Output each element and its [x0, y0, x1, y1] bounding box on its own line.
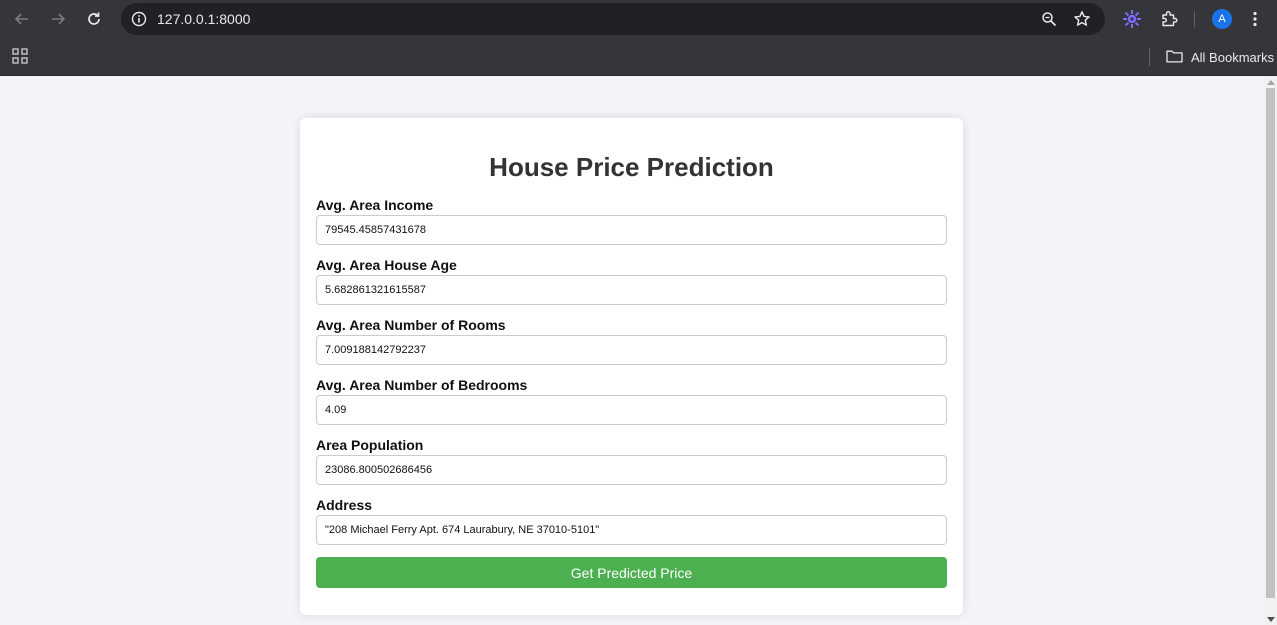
bedrooms-label: Avg. Area Number of Bedrooms [316, 377, 528, 393]
back-icon[interactable] [9, 6, 35, 32]
scroll-down-arrow-icon[interactable] [1267, 617, 1275, 622]
zoom-icon[interactable] [1039, 9, 1059, 29]
address-label: Address [316, 497, 373, 513]
more-menu-icon[interactable] [1244, 8, 1266, 30]
extensions-puzzle-icon[interactable] [1158, 8, 1180, 30]
scrollbar-thumb[interactable] [1266, 88, 1275, 598]
income-label: Avg. Area Income [316, 197, 434, 213]
population-label: Area Population [316, 437, 424, 453]
house-age-label: Avg. Area House Age [316, 257, 457, 273]
income-input[interactable] [316, 215, 947, 245]
forward-icon[interactable] [45, 6, 71, 32]
bookmarks-divider [1149, 48, 1150, 66]
population-input[interactable] [316, 455, 947, 485]
folder-icon [1166, 49, 1183, 66]
scroll-up-arrow-icon[interactable] [1267, 80, 1275, 85]
extension-gear-icon[interactable] [1121, 8, 1143, 30]
prediction-form-card: House Price Prediction Avg. Area Income … [300, 118, 963, 615]
url-text: 127.0.0.1:8000 [157, 11, 251, 27]
toolbar-divider [1194, 11, 1195, 27]
address-input[interactable] [316, 515, 947, 545]
page-scrollbar[interactable] [1264, 77, 1277, 625]
profile-avatar[interactable]: A [1212, 9, 1232, 29]
page-title: House Price Prediction [489, 152, 774, 182]
all-bookmarks-button[interactable]: All Bookmarks [1166, 47, 1274, 67]
house-age-input[interactable] [316, 275, 947, 305]
bookmark-star-icon[interactable] [1072, 9, 1092, 29]
page-viewport: House Price Prediction Avg. Area Income … [0, 77, 1264, 625]
apps-grid-icon[interactable] [11, 47, 29, 65]
site-info-icon[interactable] [129, 9, 149, 29]
bedrooms-input[interactable] [316, 395, 947, 425]
all-bookmarks-label: All Bookmarks [1191, 49, 1275, 65]
browser-toolbar: 127.0.0.1:8000 A [0, 0, 1277, 38]
address-bar[interactable]: 127.0.0.1:8000 [121, 3, 1105, 35]
get-predicted-price-button[interactable]: Get Predicted Price [316, 557, 947, 588]
bookmarks-bar: All Bookmarks [0, 38, 1277, 76]
rooms-label: Avg. Area Number of Rooms [316, 317, 506, 333]
rooms-input[interactable] [316, 335, 947, 365]
reload-icon[interactable] [81, 6, 107, 32]
